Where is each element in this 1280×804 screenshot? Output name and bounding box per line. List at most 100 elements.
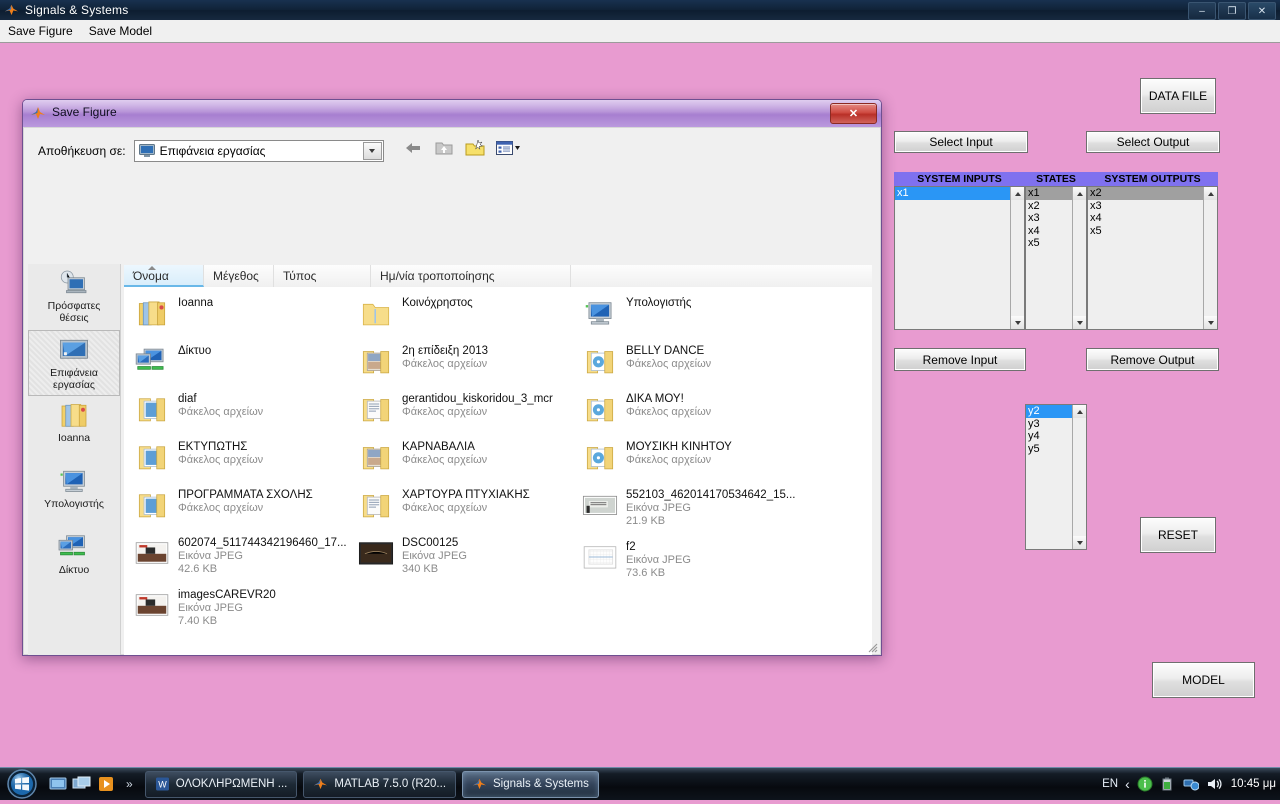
scroll-up-icon[interactable] xyxy=(1073,405,1086,418)
file-item[interactable]: 552103_462014170534642_15...Εικόνα JPEG2… xyxy=(576,483,801,535)
list-item[interactable]: x4 xyxy=(1026,225,1073,238)
data-file-button[interactable]: DATA FILE xyxy=(1140,78,1216,114)
file-item[interactable]: imagesCAREVR20Εικόνα JPEG7.40 KB xyxy=(128,583,353,635)
file-item[interactable]: DSC00125Εικόνα JPEG340 KB xyxy=(352,531,577,583)
dialog-close-button[interactable]: ✕ xyxy=(830,103,877,124)
minimize-button[interactable]: – xyxy=(1188,2,1216,20)
column-header-modified[interactable]: Ημ/νία τροποποίησης xyxy=(371,265,571,287)
file-item[interactable]: BELLY DANCEΦάκελος αρχείων xyxy=(576,339,801,387)
list-item[interactable]: y4 xyxy=(1026,430,1073,443)
new-folder-icon[interactable] xyxy=(464,138,486,158)
switch-window-icon[interactable] xyxy=(72,775,92,793)
list-item[interactable]: x2 xyxy=(1088,187,1204,200)
reset-button[interactable]: RESET xyxy=(1140,517,1216,553)
quick-launch: » xyxy=(48,775,139,793)
volume-icon[interactable] xyxy=(1206,776,1222,792)
states-scrollbar[interactable] xyxy=(1072,187,1086,329)
menu-save-figure[interactable]: Save Figure xyxy=(0,22,81,40)
scroll-up-icon[interactable] xyxy=(1011,187,1024,200)
scroll-up-icon[interactable] xyxy=(1204,187,1217,200)
column-header-size[interactable]: Μέγεθος xyxy=(204,265,274,287)
file-item[interactable]: gerantidou_kiskoridou_3_mcrΦάκελος αρχεί… xyxy=(352,387,577,435)
file-item[interactable]: Ioanna xyxy=(128,291,353,339)
scroll-down-icon[interactable] xyxy=(1073,316,1086,329)
place-desktop[interactable]: Επιφάνειαεργασίας xyxy=(28,330,120,396)
close-button[interactable]: ✕ xyxy=(1248,2,1276,20)
list-item[interactable]: y2 xyxy=(1026,405,1073,418)
file-item[interactable]: f2Εικόνα JPEG73.6 KB xyxy=(576,535,801,587)
remove-input-button[interactable]: Remove Input xyxy=(894,348,1026,371)
file-item[interactable]: ΕΚΤΥΠΩΤΗΣΦάκελος αρχείων xyxy=(128,435,353,483)
save-in-combobox[interactable]: Επιφάνεια εργασίας xyxy=(134,140,384,162)
place-network[interactable]: Δίκτυο xyxy=(28,528,120,594)
model-button[interactable]: MODEL xyxy=(1152,662,1255,698)
list-item[interactable]: x1 xyxy=(895,187,1011,200)
resize-grip[interactable] xyxy=(866,640,878,652)
dialog-title: Save Figure xyxy=(52,105,117,119)
file-item[interactable]: ΚΑΡΝΑΒΑΛΙΑΦάκελος αρχείων xyxy=(352,435,577,483)
menu-save-model[interactable]: Save Model xyxy=(81,22,160,40)
file-item[interactable]: 602074_511744342196460_17...Εικόνα JPEG4… xyxy=(128,531,353,583)
tray-chevron-icon[interactable]: ‹ xyxy=(1125,776,1130,792)
scroll-down-icon[interactable] xyxy=(1011,316,1024,329)
chevron-down-icon[interactable] xyxy=(363,142,382,160)
taskbar-button-signals-systems[interactable]: Signals & Systems xyxy=(462,771,599,798)
battery-icon[interactable] xyxy=(1160,776,1176,792)
action-center-icon[interactable] xyxy=(1137,776,1153,792)
overflow-chevron-icon[interactable]: » xyxy=(126,777,133,791)
scroll-down-icon[interactable] xyxy=(1073,536,1086,549)
taskbar-button-matlab[interactable]: MATLAB 7.5.0 (R20... xyxy=(303,771,456,798)
outputs-secondary-scrollbar[interactable] xyxy=(1072,405,1086,549)
list-item[interactable]: x3 xyxy=(1088,200,1204,213)
file-list[interactable]: Ioanna Δίκτυο diafΦάκελος αρχείωνΕΚΤΥΠΩΤΗΣ… xyxy=(124,287,872,656)
select-output-button[interactable]: Select Output xyxy=(1086,131,1220,153)
file-column-2: Κοινόχρηστος 2η επίδειξη 2013Φάκελος αρχε… xyxy=(352,291,577,583)
states-header: STATES xyxy=(1025,172,1087,186)
file-name: Δίκτυο xyxy=(178,345,211,358)
media-player-icon[interactable] xyxy=(96,775,116,793)
file-name: Κοινόχρηστος xyxy=(402,297,473,310)
column-header-name[interactable]: Όνομα xyxy=(124,265,204,287)
system-inputs-listbox[interactable]: x1 xyxy=(894,186,1025,330)
network-icon[interactable] xyxy=(1183,776,1199,792)
list-item[interactable]: x4 xyxy=(1088,212,1204,225)
scroll-up-icon[interactable] xyxy=(1073,187,1086,200)
maximize-button[interactable]: ❐ xyxy=(1218,2,1246,20)
file-item[interactable]: ΠΡΟΓΡΑΜΜΑΤΑ ΣΧΟΛΗΣΦάκελος αρχείων xyxy=(128,483,353,531)
outputs-secondary-listbox[interactable]: y2y3y4y5 xyxy=(1025,404,1087,550)
system-inputs-scrollbar[interactable] xyxy=(1010,187,1024,329)
place-computer[interactable]: Υπολογιστής xyxy=(28,462,120,528)
place-recent-places[interactable]: Πρόσφατεςθέσεις xyxy=(28,264,120,330)
language-indicator[interactable]: EN xyxy=(1102,778,1118,790)
remove-output-button[interactable]: Remove Output xyxy=(1086,348,1219,371)
list-item[interactable]: x2 xyxy=(1026,200,1073,213)
states-listbox[interactable]: x1x2x3x4x5 xyxy=(1025,186,1087,330)
list-item[interactable]: x3 xyxy=(1026,212,1073,225)
system-outputs-listbox[interactable]: x2x3x4x5 xyxy=(1087,186,1218,330)
file-item[interactable]: Δίκτυο xyxy=(128,339,353,387)
column-header-type[interactable]: Τύπος xyxy=(274,265,371,287)
views-icon[interactable] xyxy=(495,138,517,158)
list-item[interactable]: x5 xyxy=(1088,225,1204,238)
list-item[interactable]: x1 xyxy=(1026,187,1073,200)
scroll-down-icon[interactable] xyxy=(1204,316,1217,329)
show-desktop-icon[interactable] xyxy=(48,775,68,793)
list-item[interactable]: y3 xyxy=(1026,418,1073,431)
file-item[interactable]: Κοινόχρηστος xyxy=(352,291,577,339)
system-outputs-scrollbar[interactable] xyxy=(1203,187,1217,329)
file-item[interactable]: ΧΑΡΤΟΥΡΑ ΠΤΥΧΙΑΚΗΣΦάκελος αρχείων xyxy=(352,483,577,531)
file-item[interactable]: diafΦάκελος αρχείων xyxy=(128,387,353,435)
list-item[interactable]: y5 xyxy=(1026,443,1073,456)
taskbar-button-word-document[interactable]: WΟΛΟΚΛΗΡΩΜΕΝΗ ... xyxy=(145,771,298,798)
file-item[interactable]: 2η επίδειξη 2013Φάκελος αρχείων xyxy=(352,339,577,387)
file-item[interactable]: Υπολογιστής xyxy=(576,291,801,339)
place-ioanna[interactable]: Ioanna xyxy=(28,396,120,462)
select-input-button[interactable]: Select Input xyxy=(894,131,1028,153)
file-item[interactable]: ΔΙΚΑ ΜΟΥ!Φάκελος αρχείων xyxy=(576,387,801,435)
back-arrow-icon[interactable] xyxy=(402,138,424,158)
list-item[interactable]: x5 xyxy=(1026,237,1073,250)
clock[interactable]: 10:45 μμ xyxy=(1231,778,1276,790)
start-button[interactable] xyxy=(2,769,42,799)
up-folder-icon[interactable] xyxy=(433,138,455,158)
file-item[interactable]: ΜΟΥΣΙΚΗ ΚΙΝΗΤΟΥΦάκελος αρχείων xyxy=(576,435,801,483)
